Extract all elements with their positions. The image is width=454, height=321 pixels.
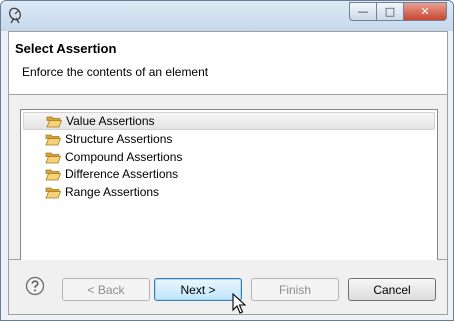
folder-open-icon	[45, 187, 61, 198]
maximize-button[interactable]: □	[376, 2, 403, 21]
wizard-footer: < Back Next > Finish Cancel	[8, 260, 448, 315]
folder-open-icon	[45, 134, 61, 145]
title-bar[interactable]: — □ ✕	[1, 1, 453, 31]
page-title: Select Assertion	[15, 41, 117, 56]
tree-item-label: Range Assertions	[65, 185, 160, 199]
tree-item-label: Value Assertions	[66, 114, 155, 128]
tree-item-difference-assertions[interactable]: Difference Assertions	[23, 165, 435, 183]
tree-item-value-assertions[interactable]: Value Assertions	[23, 112, 435, 130]
wizard-body: Value Assertions Structure Assertions Co…	[8, 94, 448, 304]
tree-item-structure-assertions[interactable]: Structure Assertions	[23, 130, 435, 148]
page-description: Enforce the contents of an element	[22, 65, 209, 79]
back-button[interactable]: < Back	[62, 278, 150, 301]
help-icon[interactable]	[25, 276, 45, 296]
tree-item-range-assertions[interactable]: Range Assertions	[23, 183, 435, 201]
tree-item-label: Structure Assertions	[65, 132, 173, 146]
next-button[interactable]: Next >	[154, 278, 242, 301]
finish-button[interactable]: Finish	[251, 278, 339, 301]
folder-open-icon	[45, 169, 61, 180]
minimize-button[interactable]: —	[349, 2, 376, 21]
tree-item-label: Difference Assertions	[65, 167, 179, 181]
mouse-cursor-icon	[232, 293, 246, 314]
tree-item-compound-assertions[interactable]: Compound Assertions	[23, 148, 435, 166]
cancel-button[interactable]: Cancel	[348, 278, 436, 301]
wizard-dialog: — □ ✕ Select Assertion Enforce the conte…	[0, 0, 454, 321]
wizard-header: Select Assertion Enforce the contents of…	[8, 31, 448, 94]
satellite-dish-icon	[9, 7, 21, 24]
tree-item-label: Compound Assertions	[65, 150, 183, 164]
close-button[interactable]: ✕	[403, 2, 447, 21]
folder-open-icon	[46, 116, 62, 127]
window-controls: — □ ✕	[349, 2, 447, 22]
folder-open-icon	[45, 152, 61, 163]
